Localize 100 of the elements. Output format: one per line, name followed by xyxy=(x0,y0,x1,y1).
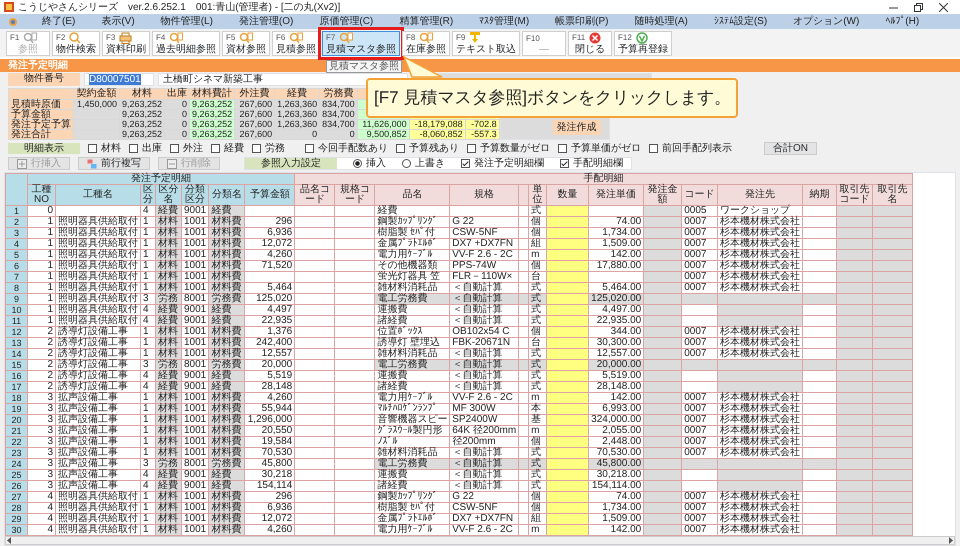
menu-item[interactable]: オプション(W) xyxy=(793,16,860,27)
checkbox[interactable] xyxy=(305,144,314,153)
table-cell: 労務費 xyxy=(208,360,245,370)
checkbox-label[interactable]: 材料 xyxy=(101,143,121,154)
menu-item[interactable]: 帳票印刷(P) xyxy=(555,16,608,27)
checkbox[interactable] xyxy=(129,144,138,153)
table-cell: 経費 xyxy=(156,370,182,382)
table-cell: 杉本機材株式会社 xyxy=(718,250,803,260)
table-cell: ﾏﾙﾁﾊﾛｹﾞﾝﾗﾝﾌﾟ xyxy=(374,404,450,414)
menu-item[interactable]: 表示(V) xyxy=(101,16,135,27)
create-order-button[interactable]: 発注作成 xyxy=(552,120,601,135)
checkbox-label[interactable]: 予算残あり xyxy=(409,143,459,154)
function-key-button[interactable]: F8 在庫参照 xyxy=(402,31,450,56)
menu-item[interactable]: ﾍﾙﾌﾟ(H) xyxy=(885,16,920,27)
menu-item[interactable]: 原価管理(C) xyxy=(319,16,374,27)
filter-label: 明細表示 xyxy=(8,143,80,154)
checkbox[interactable] xyxy=(88,144,97,153)
scroll-right-icon[interactable] xyxy=(947,537,954,544)
search-document-icon xyxy=(339,32,354,44)
menu-item[interactable]: ﾏｽﾀ管理(M) xyxy=(479,16,530,27)
row-number: 1 xyxy=(6,206,28,216)
table-cell: 経費 xyxy=(156,206,182,216)
checkbox-label[interactable]: 前回手配列表示 xyxy=(662,143,732,154)
table-cell: その他機器類 xyxy=(374,260,450,272)
checkbox-label[interactable]: 予算数量がゼロ xyxy=(480,143,550,154)
menu-item[interactable]: 精算管理(R) xyxy=(399,16,454,27)
menu-item[interactable]: 随時処理(A) xyxy=(634,16,688,27)
menu-item[interactable]: 終了(E) xyxy=(42,16,76,27)
radio-button[interactable] xyxy=(353,159,362,168)
table-cell: 誘導灯 壁埋込 xyxy=(374,338,450,348)
app-menu-icon[interactable] xyxy=(8,16,18,26)
table-cell: 材料 xyxy=(156,228,182,238)
table-cell: 拡声設備工事 xyxy=(56,448,140,458)
table-cell: 誘導灯設備工事 xyxy=(56,382,140,392)
row-number: 18 xyxy=(6,392,28,404)
function-key-button[interactable]: F11 閉じる xyxy=(568,31,612,56)
table-cell: 径200mm xyxy=(450,436,519,448)
checkbox[interactable] xyxy=(252,144,261,153)
checkbox-label[interactable]: 手配明細欄 xyxy=(573,158,623,169)
table-cell: 経費 xyxy=(156,470,182,480)
radio-label[interactable]: 上書き xyxy=(415,158,445,169)
checkbox[interactable] xyxy=(560,159,569,168)
function-key-button[interactable]: F3 資料印刷 xyxy=(102,31,150,56)
function-key-button[interactable]: F6 見積参照 xyxy=(272,31,320,56)
table-cell: 材料 xyxy=(156,260,182,272)
checkbox[interactable] xyxy=(649,144,658,153)
total-button[interactable]: 合計ON xyxy=(764,142,817,155)
table-cell: 杉本機材株式会社 xyxy=(718,228,803,238)
column-header: 分類区分 xyxy=(182,184,209,206)
menu-item[interactable]: ｼｽﾃﾑ設定(S) xyxy=(714,16,768,27)
checkbox-label[interactable]: 発注予定明細欄 xyxy=(474,158,544,169)
row-label: 発注予定予算 xyxy=(8,120,74,130)
function-key-button[interactable]: F5 資材参照 xyxy=(222,31,270,56)
checkbox[interactable] xyxy=(211,144,220,153)
function-key-button[interactable]: F12 予算再登録 xyxy=(614,31,672,56)
table-cell: 材料 xyxy=(156,404,182,414)
field-label: 物件番号 xyxy=(8,73,80,86)
radio-button[interactable] xyxy=(402,159,411,168)
checkbox[interactable] xyxy=(170,144,179,153)
table-cell: 拡声設備工事 xyxy=(56,458,140,470)
checkbox[interactable] xyxy=(558,144,567,153)
row-number: 23 xyxy=(6,448,28,458)
property-number-field[interactable]: D80007501 xyxy=(84,73,154,86)
menu-item[interactable]: 物件管理(L) xyxy=(160,16,213,27)
horizontal-scrollbar[interactable] xyxy=(5,536,955,545)
row-number: 5 xyxy=(6,250,28,260)
column-header: 工種NO xyxy=(28,184,56,206)
table-cell: 材料費 xyxy=(208,250,245,260)
table-cell: 経費 xyxy=(156,382,182,392)
table-cell: 雑材料消耗品 xyxy=(374,348,450,360)
table-cell: SP2400W xyxy=(450,414,519,426)
row-button[interactable]: 前行複写 xyxy=(78,157,150,170)
row-number: 12 xyxy=(6,326,28,338)
checkbox-label[interactable]: 予算単価がゼロ xyxy=(571,143,641,154)
checkbox-label[interactable]: 出庫 xyxy=(142,143,162,154)
checkbox[interactable] xyxy=(467,144,476,153)
checkbox-label[interactable]: 労務 xyxy=(265,143,285,154)
column-header: 発注単価 xyxy=(588,184,644,206)
table-cell: 拡声設備工事 xyxy=(56,392,140,404)
table-cell: 材料費 xyxy=(208,414,245,426)
radio-label[interactable]: 挿入 xyxy=(366,158,386,169)
table-cell: 金属ﾌﾟﾗﾄｴﾙﾎﾞ xyxy=(374,238,450,250)
checkbox[interactable] xyxy=(396,144,405,153)
search-document-icon xyxy=(419,32,434,44)
checkbox-label[interactable]: 経費 xyxy=(224,143,244,154)
close-icon[interactable] xyxy=(939,2,948,12)
table-cell: 照明器具供給取付 xyxy=(56,304,140,316)
menu-item[interactable]: 発注管理(O) xyxy=(238,16,294,27)
table-cell: 経費 xyxy=(156,480,182,492)
restore-icon[interactable] xyxy=(914,2,923,12)
checkbox-label[interactable]: 今回手配数あり xyxy=(318,143,388,154)
column-header: 工種名 xyxy=(56,184,140,206)
function-key-button[interactable]: F9 テキスト取込 xyxy=(452,31,520,56)
function-key-button[interactable]: F4 過去明細参照 xyxy=(152,31,220,56)
table-cell: 照明器具供給取付 xyxy=(56,492,140,502)
function-key-button[interactable]: F2 物件検索 xyxy=(52,31,100,56)
table-cell: G 22 xyxy=(450,492,519,502)
checkbox[interactable] xyxy=(461,159,470,168)
table-cell: 照明器具供給取付 xyxy=(56,238,140,250)
checkbox-label[interactable]: 外注 xyxy=(183,143,203,154)
